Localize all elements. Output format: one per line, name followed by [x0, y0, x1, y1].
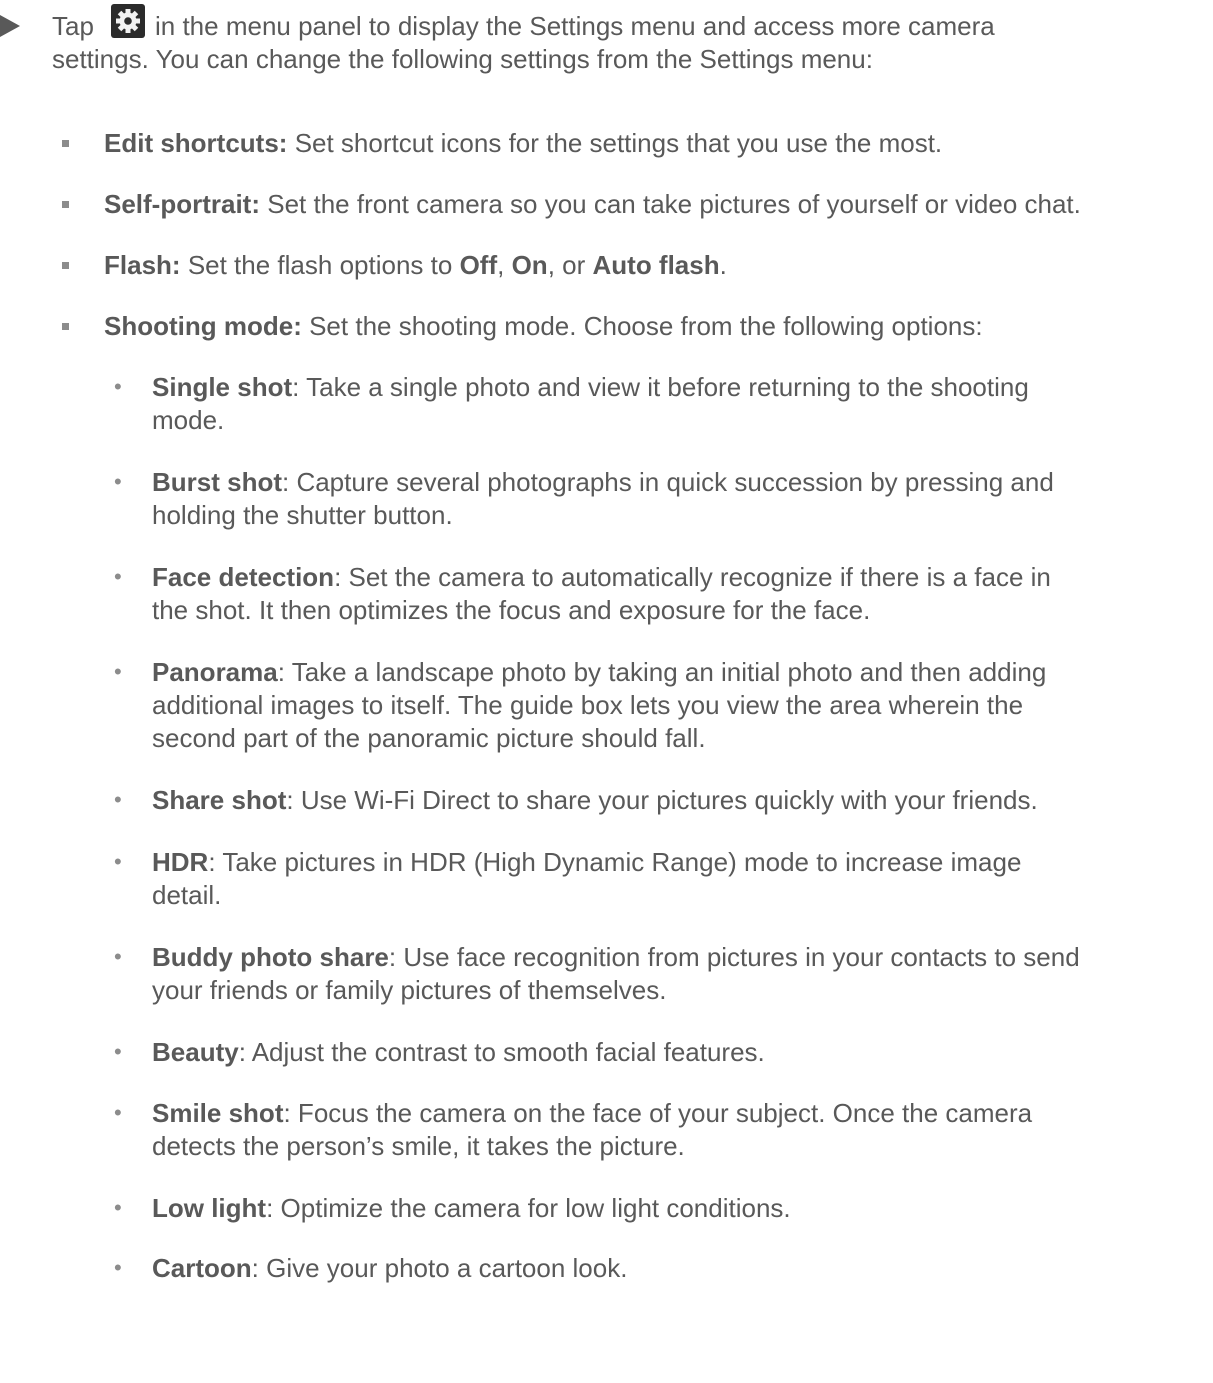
flash-option-off: Off [459, 250, 498, 280]
flash-option-on: On [511, 250, 548, 280]
mode-smile-shot-cont: detects the person’s smile, it takes the… [152, 1131, 685, 1161]
mode-label: Smile shot [152, 1098, 284, 1128]
setting-text: Set shortcut icons for the settings that… [294, 128, 943, 158]
mode-cartoon: Cartoon: Give your photo a cartoon look. [152, 1252, 627, 1285]
dot-bullet-icon: • [114, 374, 122, 399]
intro-after-icon: in the menu panel to display the Setting… [155, 11, 995, 41]
mode-label: Single shot [152, 372, 293, 402]
dot-bullet-icon: • [114, 787, 122, 812]
dot-bullet-icon: • [114, 849, 122, 874]
setting-edit-shortcuts: Edit shortcuts: Set shortcut icons for t… [104, 127, 942, 160]
mode-label: Face detection [152, 562, 335, 592]
dot-bullet-icon: • [114, 659, 122, 684]
mode-label: Share shot [152, 785, 287, 815]
mode-text: : Take a landscape photo by taking an in… [277, 657, 1047, 687]
intro-line-2: settings. You can change the following s… [52, 44, 873, 74]
mode-panorama: Panorama: Take a landscape photo by taki… [152, 656, 1046, 689]
dot-bullet-icon: • [114, 944, 122, 969]
mode-label: Beauty [152, 1037, 239, 1067]
mode-low-light: Low light: Optimize the camera for low l… [152, 1192, 791, 1225]
mode-buddy-photo-share: Buddy photo share: Use face recognition … [152, 941, 1080, 974]
mode-smile-shot: Smile shot: Focus the camera on the face… [152, 1097, 1032, 1130]
square-bullet-icon [62, 262, 69, 269]
setting-text: Set the front camera so you can take pic… [267, 189, 1081, 219]
setting-label: Edit shortcuts: [104, 128, 288, 158]
mode-beauty: Beauty: Adjust the contrast to smooth fa… [152, 1036, 765, 1069]
dot-bullet-icon: • [114, 469, 122, 494]
mode-face-detection: Face detection: Set the camera to automa… [152, 561, 1051, 594]
mode-label: Burst shot [152, 467, 282, 497]
mode-text: : Set the camera to automatically recogn… [334, 562, 1051, 592]
mode-hdr-cont: detail. [152, 880, 222, 910]
mode-single-shot-cont: mode. [152, 405, 225, 435]
intro-line-1-rest: in the menu panel to display the Setting… [155, 10, 995, 43]
separator: , or [547, 250, 586, 280]
mode-text: : Focus the camera on the face of your s… [283, 1098, 1033, 1128]
mode-text: : Adjust the contrast to smooth facial f… [238, 1037, 765, 1067]
mode-text: : Use face recognition from pictures in … [388, 942, 1080, 972]
mode-text: : Take pictures in HDR (High Dynamic Ran… [208, 847, 1022, 877]
mode-panorama-cont-1: additional images to itself. The guide b… [152, 690, 1024, 720]
square-bullet-icon [62, 201, 69, 208]
intro-line-1: Tap [52, 10, 94, 43]
mode-face-detection-cont: the shot. It then optimizes the focus an… [152, 595, 871, 625]
mode-label: HDR [152, 847, 209, 877]
setting-shooting-mode: Shooting mode: Set the shooting mode. Ch… [104, 310, 983, 343]
mode-label: Buddy photo share [152, 942, 389, 972]
dot-bullet-icon: • [114, 564, 122, 589]
arrow-bullet-icon [0, 15, 20, 37]
mode-hdr: HDR: Take pictures in HDR (High Dynamic … [152, 846, 1021, 879]
mode-text: : Use Wi-Fi Direct to share your picture… [286, 785, 1038, 815]
intro-before-icon: Tap [52, 11, 94, 41]
mode-burst-shot-cont: holding the shutter button. [152, 500, 453, 530]
mode-label: Panorama [152, 657, 278, 687]
mode-burst-shot: Burst shot: Capture several photographs … [152, 466, 1054, 499]
separator: , [497, 250, 505, 280]
mode-single-shot: Single shot: Take a single photo and vie… [152, 371, 1029, 404]
dot-bullet-icon: • [114, 1100, 122, 1125]
square-bullet-icon [62, 140, 69, 147]
mode-label: Low light [152, 1193, 267, 1223]
period: . [719, 250, 727, 280]
mode-label: Cartoon [152, 1253, 252, 1283]
mode-text: : Capture several photographs in quick s… [282, 467, 1054, 497]
setting-label: Flash: [104, 250, 181, 280]
setting-text: Set the shooting mode. Choose from the f… [309, 311, 983, 341]
setting-label: Self-portrait: [104, 189, 260, 219]
dot-bullet-icon: • [114, 1195, 122, 1220]
mode-text: : Give your photo a cartoon look. [251, 1253, 628, 1283]
dot-bullet-icon: • [114, 1255, 122, 1280]
mode-panorama-cont-2: second part of the panoramic picture sho… [152, 723, 706, 753]
mode-text: : Take a single photo and view it before… [292, 372, 1029, 402]
setting-text: Set the flash options to [187, 250, 453, 280]
flash-option-auto: Auto flash [592, 250, 720, 280]
setting-flash: Flash: Set the flash options to Off, On,… [104, 249, 727, 282]
square-bullet-icon [62, 323, 69, 330]
setting-self-portrait: Self-portrait: Set the front camera so y… [104, 188, 1081, 221]
mode-buddy-photo-share-cont: your friends or family pictures of thems… [152, 975, 667, 1005]
setting-label: Shooting mode: [104, 311, 302, 341]
mode-share-shot: Share shot: Use Wi-Fi Direct to share yo… [152, 784, 1038, 817]
dot-bullet-icon: • [114, 1039, 122, 1064]
settings-gear-icon [111, 4, 145, 38]
mode-text: : Optimize the camera for low light cond… [266, 1193, 791, 1223]
